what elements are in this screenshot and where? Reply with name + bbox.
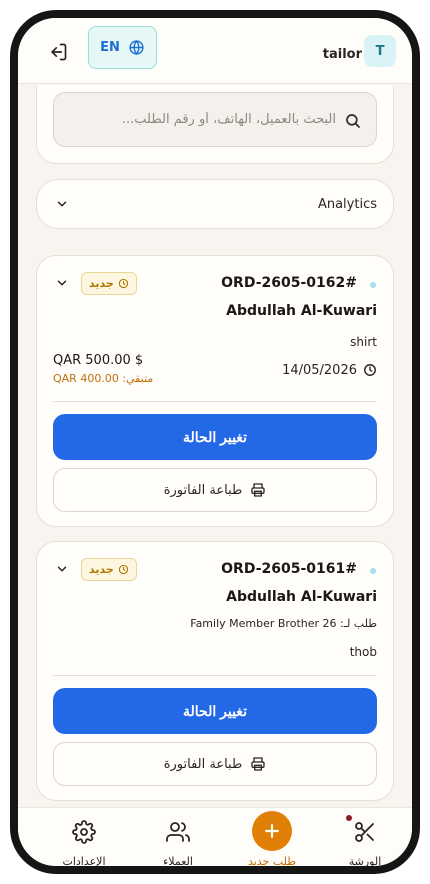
analytics-toggle[interactable]: Analytics: [36, 179, 394, 229]
order-number: ORD-2605-0161#: [221, 561, 357, 577]
nav-customers[interactable]: العملاء: [138, 808, 218, 866]
new-order-button[interactable]: [252, 811, 292, 851]
order-number: ORD-2605-0162#: [221, 275, 357, 291]
status-label: جديد: [89, 277, 114, 290]
print-invoice-button[interactable]: طباعة الفاتورة: [53, 468, 377, 512]
order-date: 14/05/2026: [282, 363, 377, 377]
search-input[interactable]: [66, 93, 336, 146]
order-indicator-dot: [370, 282, 376, 288]
search-box: [53, 92, 377, 147]
change-status-button[interactable]: تغيير الحالة: [53, 688, 377, 734]
globe-icon: [129, 40, 144, 55]
remaining-balance: متبقي: QAR 400.00: [53, 372, 154, 385]
chevron-down-icon[interactable]: [55, 276, 69, 290]
logout-icon: [51, 43, 67, 61]
garment-type: shirt: [350, 335, 377, 349]
bottom-nav: الإعدادات العملاء طلب جديد الورشة: [18, 807, 412, 866]
printer-icon: [251, 483, 265, 497]
shop-name: tailor: [322, 47, 362, 62]
language-toggle-button[interactable]: EN: [88, 26, 157, 69]
print-invoice-label: طباعة الفاتورة: [163, 756, 243, 772]
date-value: 14/05/2026: [282, 362, 357, 378]
print-invoice-button[interactable]: طباعة الفاتورة: [53, 742, 377, 786]
nav-customers-label: العملاء: [163, 855, 193, 866]
avatar[interactable]: T: [364, 35, 396, 67]
print-invoice-label: طباعة الفاتورة: [163, 482, 243, 498]
family-member-note: طلب لـ: Family Member Brother 26: [190, 617, 377, 630]
divider: [53, 401, 377, 402]
change-status-button[interactable]: تغيير الحالة: [53, 414, 377, 460]
order-card: جديد ORD-2605-0162# Abdullah Al-Kuwari s…: [36, 255, 394, 527]
nav-settings-label: الإعدادات: [62, 855, 106, 866]
status-label: جديد: [89, 563, 114, 576]
order-card: جديد ORD-2605-0161# Abdullah Al-Kuwari ط…: [36, 541, 394, 801]
customer-name: Abdullah Al-Kuwari: [226, 303, 377, 319]
garment-type: thob: [349, 645, 377, 659]
scissors-icon: [355, 822, 374, 842]
gear-icon: [72, 820, 96, 844]
app-screen: EN tailor T البحث بالعميل، الهاتف، أو رق…: [18, 18, 412, 866]
chevron-down-icon[interactable]: [55, 562, 69, 576]
nav-new-order-label: طلب جديد: [247, 855, 297, 866]
notification-dot: [346, 815, 352, 821]
nav-workshop[interactable]: الورشة: [325, 808, 405, 866]
search-card: [36, 85, 394, 164]
analytics-label: Analytics: [317, 197, 377, 212]
printer-icon: [251, 757, 265, 771]
plus-icon: [265, 824, 279, 838]
clock-icon: [364, 364, 376, 376]
search-icon: [346, 114, 360, 128]
orders-content[interactable]: Analytics جديد ORD-2605-0162# Abdullah A…: [18, 85, 412, 807]
clock-icon: [118, 564, 128, 575]
app-header: EN tailor T: [18, 18, 412, 84]
divider: [53, 675, 377, 676]
users-icon: [166, 822, 190, 842]
language-label: EN: [100, 40, 120, 55]
nav-settings[interactable]: الإعدادات: [44, 808, 124, 866]
order-indicator-dot: [370, 568, 376, 574]
device-frame: EN tailor T البحث بالعميل، الهاتف، أو رق…: [10, 10, 420, 874]
nav-new-order[interactable]: طلب جديد: [232, 808, 312, 866]
order-total: QAR 500.00 $: [53, 353, 144, 368]
nav-workshop-label: الورشة: [348, 855, 382, 866]
chevron-down-icon: [57, 201, 67, 207]
status-badge: جديد: [81, 272, 137, 295]
clock-icon: [118, 278, 128, 289]
status-badge: جديد: [81, 558, 137, 581]
customer-name: Abdullah Al-Kuwari: [226, 589, 377, 605]
logout-button[interactable]: [46, 40, 70, 64]
